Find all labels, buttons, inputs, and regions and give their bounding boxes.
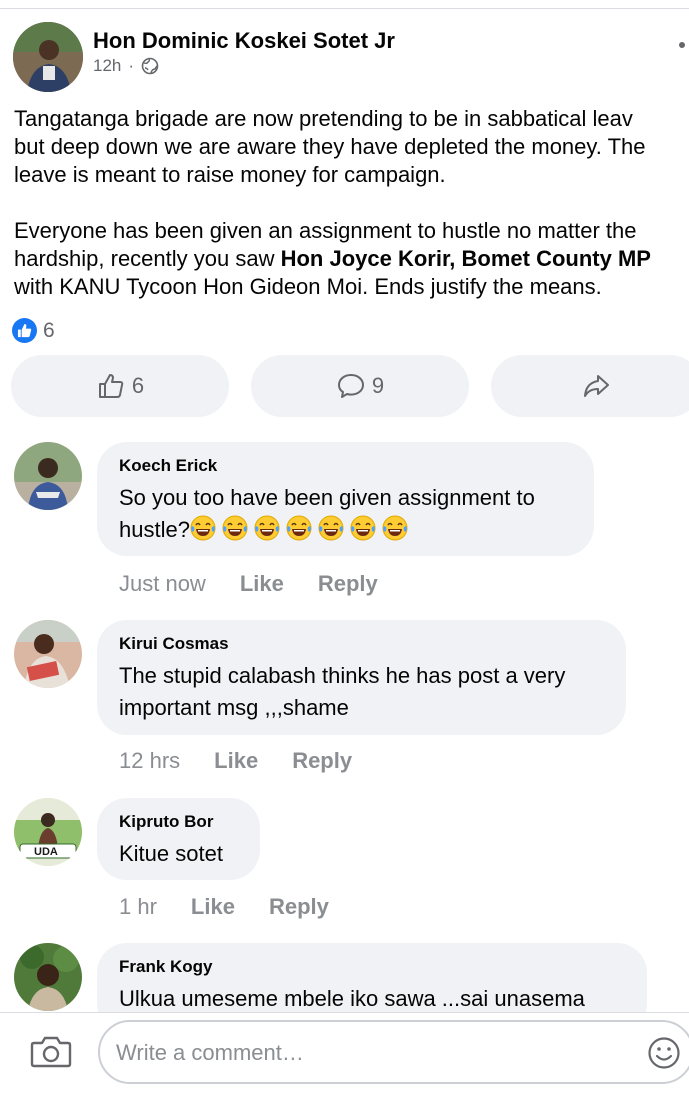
comment-text-part: hustle? [119,517,190,542]
emoji-picker-icon[interactable] [647,1036,681,1070]
commenter-name[interactable]: Kirui Cosmas [119,634,602,654]
laughing-tears-emoji-icon [382,515,408,541]
comment-meta: Just now Like Reply [119,571,378,597]
laughing-tears-emoji-icon [254,515,280,541]
commenter-avatar[interactable] [14,943,82,1011]
post-line-text: hardship, recently you saw [14,246,281,271]
camera-icon[interactable] [30,1034,72,1068]
comment-like-button[interactable]: Like [191,894,235,920]
comment-reply-button[interactable]: Reply [292,748,352,774]
comment-bubble[interactable]: Kirui Cosmas The stupid calabash thinks … [97,620,626,735]
post-line: hardship, recently you saw Hon Joyce Kor… [14,245,689,273]
more-options-icon[interactable] [679,42,685,48]
comment-meta: 1 hr Like Reply [119,894,329,920]
commenter-avatar[interactable]: UDA [14,798,82,866]
comment-time: Just now [119,571,206,596]
reaction-summary[interactable]: 6 [12,318,55,343]
comment-input[interactable] [114,1022,638,1084]
post-line: leave is meant to raise money for campai… [14,162,446,187]
post-line: Tangatanga brigade are now pretending to… [14,106,633,131]
comment-text: hustle? [119,514,570,546]
laughing-tears-emoji-icon [350,515,376,541]
comment-like-button[interactable]: Like [240,571,284,597]
comment-text: Ulkua umeseme mbele iko sawa ...sai unas… [119,986,585,1011]
post-line: with KANU Tycoon Hon Gideon Moi. Ends ju… [14,274,602,299]
like-button[interactable]: 6 [11,355,229,417]
comment-reply-button[interactable]: Reply [269,894,329,920]
comment-icon [337,374,364,398]
laughing-tears-emoji-icon [318,515,344,541]
avatar-uda-text: UDA [34,846,58,858]
post-mention[interactable]: Hon Joyce Korir, Bomet County MP [281,246,651,271]
author-avatar[interactable] [13,22,83,92]
comment-text: The stupid calabash thinks he has post a… [119,663,566,688]
top-divider [0,8,689,9]
comment-time: 1 hr [119,894,157,919]
post-meta: 12h · [93,56,159,76]
public-globe-icon [141,57,159,75]
comment-bubble[interactable]: Koech Erick So you too have been given a… [97,442,594,556]
commenter-name[interactable]: Koech Erick [119,456,570,476]
laughing-emoji-row [190,515,414,542]
thumbs-up-icon [98,374,124,398]
comment-text: So you too have been given assignment to [119,485,535,510]
commenter-avatar[interactable] [14,442,82,510]
laughing-tears-emoji-icon [286,515,312,541]
comment-composer[interactable] [98,1020,689,1084]
laughing-tears-emoji-icon [190,515,216,541]
post-line: but deep down we are aware they have dep… [14,134,646,159]
post-author-name[interactable]: Hon Dominic Koskei Sotet Jr [93,28,395,54]
commenter-avatar[interactable] [14,620,82,688]
commenter-name[interactable]: Frank Kogy [119,957,623,977]
laughing-tears-emoji-icon [222,515,248,541]
comment-count: 9 [371,373,385,398]
commenter-name[interactable]: Kipruto Bor [119,812,236,832]
post-line: Everyone has been given an assignment to… [14,218,637,243]
comment-like-button[interactable]: Like [214,748,258,774]
post-body: Tangatanga brigade are now pretending to… [14,105,689,301]
comment-bubble[interactable]: Kipruto Bor Kitue sotet [97,798,260,880]
comment-meta: 12 hrs Like Reply [119,748,352,774]
share-arrow-icon [584,375,609,397]
reaction-count: 6 [43,318,55,342]
meta-separator: · [128,56,135,75]
comment-text: important msg ,,,shame [119,695,349,720]
like-count: 6 [131,373,145,398]
comment-text: Kitue sotet [119,841,223,866]
comment-time: 12 hrs [119,748,181,773]
comment-button[interactable]: 9 [251,355,469,417]
comment-reply-button[interactable]: Reply [318,571,378,597]
like-reaction-icon [12,318,37,343]
post-time[interactable]: 12h [93,56,121,76]
share-button[interactable] [491,355,689,417]
